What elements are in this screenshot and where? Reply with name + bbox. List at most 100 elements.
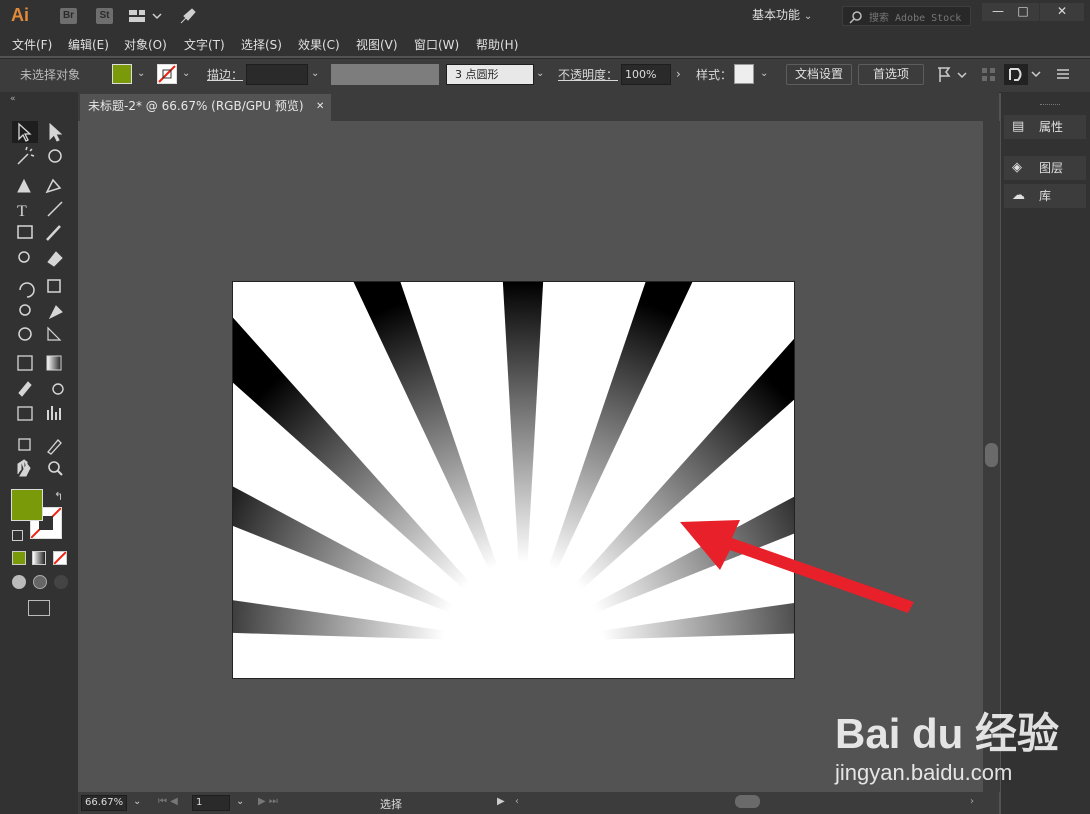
panel-layers[interactable]: ◈ 图层 xyxy=(1004,156,1086,180)
arrange-documents-icon xyxy=(129,10,162,22)
brush-label: 3 点圆形 xyxy=(455,68,499,81)
default-colors-icon[interactable] xyxy=(12,530,23,541)
perspective-grid-icon xyxy=(47,326,62,341)
draw-inside-icon[interactable] xyxy=(54,575,68,589)
rectangle-tool-icon xyxy=(17,225,33,239)
chevron-down-icon[interactable]: ⌄ xyxy=(137,68,145,79)
horizontal-scroll-thumb[interactable] xyxy=(735,795,760,808)
stock-search-placeholder: 搜索 Adobe Stock xyxy=(869,13,962,24)
arrange-documents-button[interactable] xyxy=(128,8,164,24)
vertical-scroll-thumb[interactable] xyxy=(985,443,998,467)
fill-swatch[interactable] xyxy=(112,64,132,84)
close-tab-icon[interactable]: ✕ xyxy=(316,94,324,119)
panel-libraries-label: 库 xyxy=(1039,189,1052,203)
stock-button[interactable]: St xyxy=(96,8,113,24)
mesh-tool-icon xyxy=(17,355,33,371)
stroke-label[interactable]: 描边： xyxy=(207,66,243,83)
menu-edit[interactable]: 编辑(E) xyxy=(68,36,109,53)
symbol-sprayer-icon xyxy=(17,406,33,421)
color-mode-button[interactable] xyxy=(12,551,26,565)
workspace-switcher[interactable]: 基本功能 ⌄ xyxy=(742,5,826,26)
close-button[interactable]: ✕ xyxy=(1040,3,1084,21)
gpu-performance-button[interactable] xyxy=(178,6,198,26)
maximize-button[interactable]: □ xyxy=(1007,3,1039,21)
menu-type[interactable]: 文字(T) xyxy=(184,36,225,53)
status-menu-icon[interactable]: ▶ xyxy=(497,796,505,807)
style-label: 样式： xyxy=(696,68,733,82)
artboard-number-input[interactable]: 1 xyxy=(192,795,230,811)
menu-view[interactable]: 视图(V) xyxy=(356,36,398,53)
brush-definition[interactable]: 3 点圆形 xyxy=(446,64,534,85)
panel-menu-icon[interactable] xyxy=(1055,66,1071,82)
magnet-icon xyxy=(1004,64,1041,85)
chevron-down-icon[interactable]: ⌄ xyxy=(133,796,141,807)
collapse-icon[interactable]: « xyxy=(10,94,16,104)
line-tool-icon xyxy=(47,201,63,217)
stock-search-input[interactable]: 搜索 Adobe Stock xyxy=(842,6,971,26)
next-artboard-icon[interactable]: ▶ ⏭ xyxy=(258,796,278,807)
magic-wand-icon xyxy=(17,146,35,165)
swap-colors-icon[interactable]: ↰ xyxy=(54,490,63,503)
current-tool-status: 选择 xyxy=(380,798,402,811)
curvature-tool-icon xyxy=(45,178,62,194)
chevron-down-icon[interactable]: ⌄ xyxy=(182,68,190,79)
panel-properties[interactable]: ▤ 属性 xyxy=(1004,115,1086,139)
grid-icon[interactable] xyxy=(980,66,998,84)
preferences-button[interactable]: 首选项 xyxy=(858,64,924,85)
gradient-tool-icon xyxy=(46,355,62,371)
chevron-down-icon[interactable]: ⌄ xyxy=(236,796,244,807)
chevron-down-icon: ⌄ xyxy=(803,11,813,22)
zoom-level-input[interactable]: 66.67% xyxy=(81,795,127,811)
arrange-button[interactable] xyxy=(936,66,970,84)
stroke-weight-input[interactable] xyxy=(246,64,308,85)
scale-tool-icon xyxy=(47,279,61,293)
layers-icon: ◈ xyxy=(1012,160,1022,175)
menu-object[interactable]: 对象(O) xyxy=(124,36,167,53)
document-setup-button[interactable]: 文档设置 xyxy=(786,64,852,85)
chevron-right-icon[interactable]: › xyxy=(676,67,681,81)
lasso-icon xyxy=(48,149,62,163)
document-tab[interactable]: 未标题-2* @ 66.67% (RGB/GPU 预览) ✕ xyxy=(80,94,331,121)
opacity-label[interactable]: 不透明度： xyxy=(558,66,618,83)
zoom-tool-icon xyxy=(48,461,60,473)
no-stroke-icon xyxy=(158,65,176,83)
first-artboard-icon[interactable]: ⏮ ◀ xyxy=(158,796,178,807)
paintbrush-icon xyxy=(46,225,61,241)
search-icon xyxy=(849,11,862,24)
gradient-mode-button[interactable] xyxy=(32,551,46,565)
draw-normal-icon[interactable] xyxy=(12,575,26,589)
scroll-right-icon[interactable]: › xyxy=(970,796,974,807)
illustrator-logo: Ai xyxy=(11,5,29,25)
chevron-down-icon[interactable]: ⌄ xyxy=(311,68,319,79)
scroll-left-icon[interactable]: ‹ xyxy=(515,796,519,807)
flag-icon xyxy=(938,67,967,82)
chevron-down-icon[interactable]: ⌄ xyxy=(760,68,768,79)
menu-select[interactable]: 选择(S) xyxy=(241,36,282,53)
menu-file[interactable]: 文件(F) xyxy=(12,36,52,53)
menu-effect[interactable]: 效果(C) xyxy=(298,36,340,53)
rocket-icon xyxy=(180,8,196,24)
menu-help[interactable]: 帮助(H) xyxy=(476,36,518,53)
document-tab-title: 未标题-2* @ 66.67% (RGB/GPU 预览) xyxy=(88,99,304,113)
screen-mode-icon[interactable] xyxy=(28,600,50,616)
fill-color-box[interactable] xyxy=(11,489,43,521)
red-arrow-annotation xyxy=(680,520,914,613)
opacity-input[interactable]: 100% xyxy=(621,64,671,85)
menu-window[interactable]: 窗口(W) xyxy=(414,36,459,53)
warp-tool-icon xyxy=(19,304,31,316)
panel-libraries[interactable]: ☁ 库 xyxy=(1004,184,1086,208)
draw-behind-icon[interactable] xyxy=(33,575,47,589)
dock-grip xyxy=(1040,104,1060,108)
blend-tool-icon xyxy=(52,383,64,395)
variable-width-profile[interactable] xyxy=(331,64,439,85)
graphic-style-swatch[interactable] xyxy=(734,64,754,84)
none-mode-button[interactable] xyxy=(53,551,67,565)
panel-layers-label: 图层 xyxy=(1039,161,1064,175)
artboard-tool-icon xyxy=(18,438,31,451)
snap-button[interactable] xyxy=(1004,64,1046,85)
chevron-down-icon[interactable]: ⌄ xyxy=(536,68,544,79)
bridge-button[interactable]: Br xyxy=(60,8,77,24)
watermark-brand: Bai du 经验 xyxy=(835,710,1060,757)
stroke-swatch[interactable] xyxy=(157,64,177,84)
libraries-icon: ☁ xyxy=(1012,188,1025,203)
